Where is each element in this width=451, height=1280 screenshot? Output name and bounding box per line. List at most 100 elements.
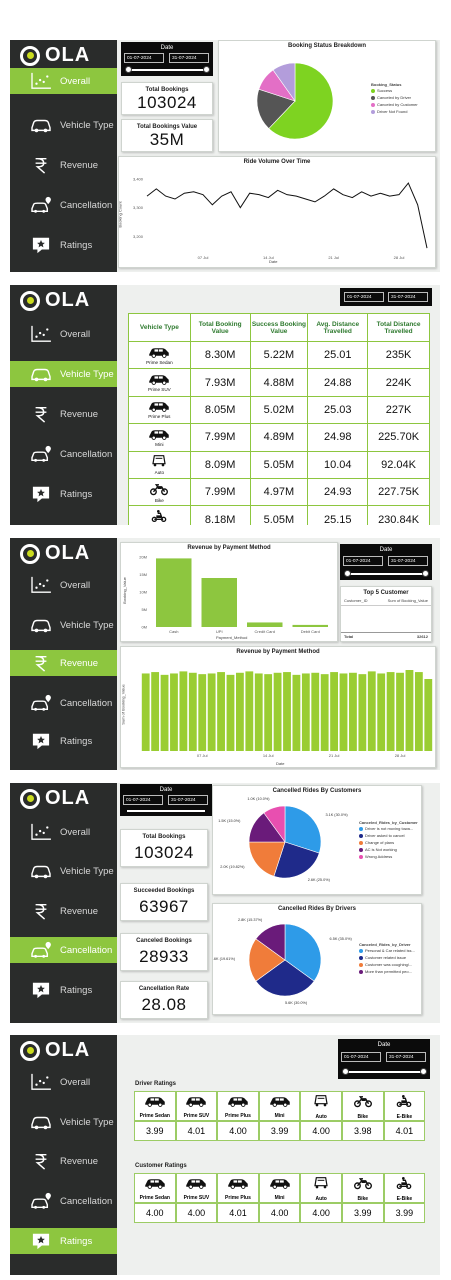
nav-overall[interactable]: Overall [10, 819, 117, 845]
daily-revenue-bar[interactable] [188, 672, 197, 751]
daily-revenue-bar[interactable] [424, 679, 433, 751]
daily-revenue-bar[interactable] [217, 672, 225, 751]
slider-end-handle[interactable] [420, 1068, 427, 1075]
daily-revenue-bar[interactable] [386, 672, 395, 751]
nav-revenue[interactable]: Revenue [10, 1148, 117, 1174]
nav-overall[interactable]: Overall [10, 572, 117, 598]
nav-overall[interactable]: Overall [10, 68, 117, 94]
legend-item[interactable]: Driver is not moving towa... [359, 826, 413, 831]
legend-item[interactable]: Wrong Address [359, 854, 413, 859]
start-date-input[interactable]: 01-07-2024 [341, 1052, 381, 1062]
daily-revenue-bar[interactable] [235, 672, 244, 751]
daily-revenue-bar[interactable] [160, 674, 169, 751]
daily-revenue-bar[interactable] [207, 673, 216, 751]
daily-revenue-bar[interactable] [151, 672, 160, 751]
legend-item[interactable]: Canceled by Driver [371, 95, 418, 100]
daily-revenue-bar[interactable] [339, 673, 348, 751]
nav-vehicle-type[interactable]: Vehicle Type [10, 1109, 117, 1135]
nav-cancellation[interactable]: Cancellation [10, 441, 117, 467]
ride-volume-line[interactable] [146, 182, 428, 249]
nav-revenue[interactable]: Revenue [10, 152, 117, 178]
end-date-input[interactable]: 31-07-2024 [386, 1052, 426, 1062]
date-filter[interactable]: Date 01-07-2024 31-07-2024 [338, 1039, 430, 1079]
slider-end-handle[interactable] [422, 570, 429, 577]
date-filter[interactable]: Date 01-07-2024 31-07-2024 [121, 42, 213, 76]
nav-cancellation[interactable]: Cancellation [10, 937, 117, 963]
legend-item[interactable]: Customer related issue [359, 955, 415, 960]
date-slider[interactable] [347, 573, 425, 575]
daily-revenue-bar[interactable] [198, 674, 207, 751]
nav-ratings[interactable]: Ratings [10, 1228, 117, 1254]
daily-revenue-bar[interactable] [358, 674, 367, 751]
nav-revenue[interactable]: Revenue [10, 898, 117, 924]
end-date-input[interactable]: 31-07-2024 [388, 292, 428, 302]
end-date-input[interactable]: 31-07-2024 [388, 556, 428, 566]
daily-revenue-bar[interactable] [311, 672, 320, 751]
legend-item[interactable]: More than permitted peo... [359, 969, 415, 974]
legend-item[interactable]: Customer was coughing/... [359, 962, 415, 967]
nav-vehicle-type[interactable]: Vehicle Type [10, 112, 117, 138]
legend-item[interactable]: Driver Not Found [371, 109, 418, 114]
nav-cancellation[interactable]: Cancellation [10, 690, 117, 716]
daily-revenue-bar[interactable] [396, 672, 404, 751]
slider-start-handle[interactable] [342, 1068, 349, 1075]
legend-item[interactable]: AC is Not working [359, 847, 413, 852]
payment-bar[interactable] [292, 624, 329, 627]
daily-revenue-bar[interactable] [141, 673, 150, 751]
date-filter[interactable]: Date 01-07-2024 31-07-2024 [120, 784, 212, 816]
end-date-input[interactable]: 31-07-2024 [169, 53, 209, 63]
nav-ratings[interactable]: Ratings [10, 232, 117, 258]
legend-item[interactable]: Personal & Car related iss... [359, 948, 415, 953]
daily-revenue-bar[interactable] [330, 672, 339, 751]
daily-revenue-bar[interactable] [273, 672, 282, 751]
nav-revenue[interactable]: Revenue [10, 650, 117, 676]
nav-cancellation[interactable]: Cancellation [10, 192, 117, 218]
nav-vehicle-type[interactable]: Vehicle Type [10, 858, 117, 884]
nav-revenue[interactable]: Revenue [10, 401, 117, 427]
date-slider[interactable] [345, 1071, 423, 1073]
nav-ratings[interactable]: Ratings [10, 728, 117, 754]
nav-overall[interactable]: Overall [10, 321, 117, 347]
nav-overall[interactable]: Overall [10, 1069, 117, 1095]
daily-revenue-bar[interactable] [301, 673, 310, 751]
daily-revenue-bar[interactable] [170, 673, 178, 751]
daily-revenue-bar[interactable] [179, 671, 188, 751]
daily-revenue-bar[interactable] [283, 672, 291, 751]
date-slider[interactable] [127, 810, 205, 812]
slider-start-handle[interactable] [344, 570, 351, 577]
nav-ratings[interactable]: Ratings [10, 977, 117, 1003]
daily-revenue-bar[interactable] [264, 674, 273, 751]
legend-item[interactable]: Success [371, 88, 418, 93]
start-date-input[interactable]: 01-07-2024 [344, 292, 384, 302]
slider-start-handle[interactable] [125, 66, 132, 73]
nav-ratings[interactable]: Ratings [10, 481, 117, 507]
nav-cancellation[interactable]: Cancellation [10, 1188, 117, 1214]
daily-revenue-bar[interactable] [377, 673, 386, 751]
daily-revenue-bar[interactable] [320, 674, 329, 751]
daily-revenue-bar[interactable] [414, 672, 423, 751]
slider-end-handle[interactable] [203, 66, 210, 73]
start-date-input[interactable]: 01-07-2024 [123, 795, 163, 805]
payment-bar[interactable] [247, 622, 283, 627]
start-date-input[interactable]: 01-07-2024 [343, 556, 383, 566]
end-date-input[interactable]: 31-07-2024 [168, 795, 208, 805]
daily-revenue-bar[interactable] [254, 673, 263, 751]
nav-vehicle-type[interactable]: Vehicle Type [10, 612, 117, 638]
daily-revenue-bar[interactable] [367, 671, 376, 751]
start-date-input[interactable]: 01-07-2024 [124, 53, 164, 63]
legend-item[interactable]: Canceled by Customer [371, 102, 418, 107]
daily-revenue-bar[interactable] [292, 674, 301, 751]
date-filter[interactable]: Date 01-07-2024 31-07-2024 [340, 544, 432, 580]
nav-vehicle-type[interactable]: Vehicle Type [10, 361, 117, 387]
daily-revenue-bar[interactable] [405, 670, 414, 751]
payment-bar[interactable] [156, 558, 192, 627]
daily-revenue-bar[interactable] [226, 674, 235, 751]
daily-revenue-bar[interactable] [349, 672, 357, 751]
table-row: Prime SUV 7.93M 4.88M 24.88 224K [128, 368, 430, 397]
payment-bar[interactable] [201, 578, 238, 627]
daily-revenue-bar[interactable] [245, 671, 254, 751]
legend-item[interactable]: Driver asked to cancel [359, 833, 413, 838]
date-filter[interactable]: 01-07-2024 31-07-2024 [340, 288, 432, 306]
legend-item[interactable]: Change of plans [359, 840, 413, 845]
date-slider[interactable] [128, 69, 206, 71]
